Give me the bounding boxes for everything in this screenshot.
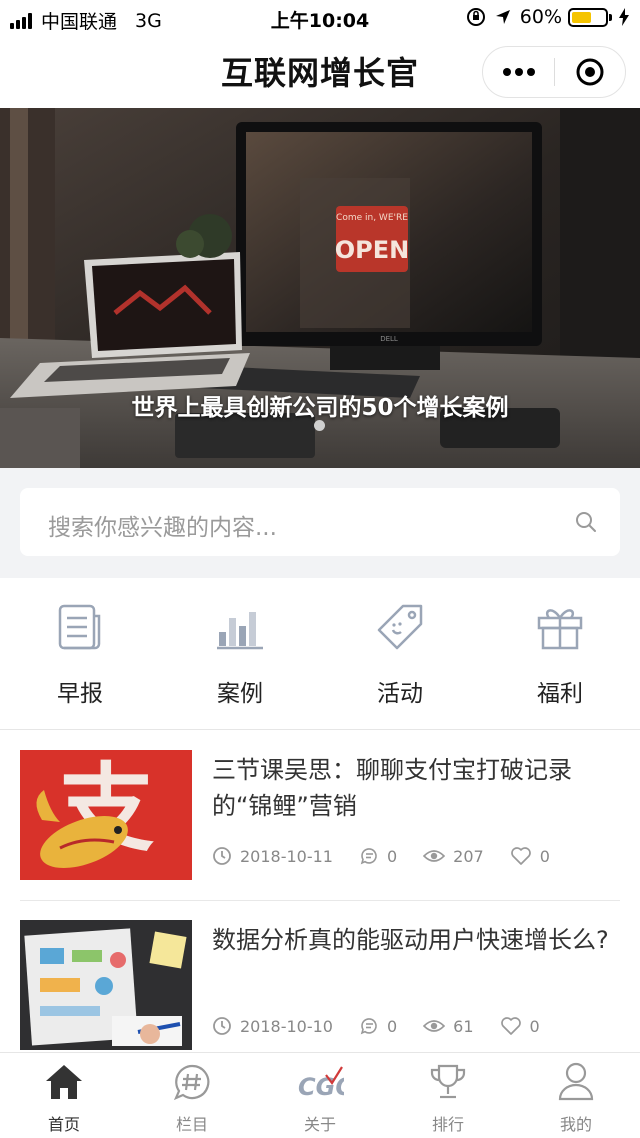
- article-views: 61: [423, 1016, 474, 1036]
- eye-icon: [423, 1020, 446, 1032]
- list-divider: [20, 900, 620, 901]
- article-meta: 2018-10-10 0 61 0: [212, 1016, 566, 1036]
- article-item[interactable]: 数据分析真的能驱动用户快速增长么? 2018-10-10 0 61 0: [20, 920, 620, 1050]
- search-input[interactable]: 搜索你感兴趣的内容...: [20, 488, 620, 556]
- tab-about[interactable]: CGO 关于: [256, 1053, 384, 1138]
- target-close-icon: [576, 58, 604, 86]
- search-icon[interactable]: [574, 510, 598, 534]
- article-title[interactable]: 数据分析真的能驱动用户快速增长么?: [212, 922, 620, 958]
- tab-label: 关于: [303, 1115, 336, 1134]
- comment-icon: [360, 848, 377, 865]
- navigation-bar: 互联网增长官: [0, 36, 640, 108]
- tab-profile[interactable]: 我的: [512, 1053, 640, 1138]
- tab-label: 排行: [431, 1115, 464, 1134]
- mini-program-capsule: [482, 46, 626, 98]
- svg-text:CGO: CGO: [298, 1073, 344, 1101]
- article-date: 2018-10-11: [212, 846, 333, 866]
- tab-label: 我的: [559, 1115, 592, 1134]
- search-placeholder: 搜索你感兴趣的内容...: [48, 515, 277, 541]
- like-count: 0: [529, 1016, 540, 1036]
- article-thumbnail: [20, 920, 192, 1050]
- cgo-logo-icon: CGO: [298, 1066, 344, 1101]
- tab-label: 首页: [47, 1115, 80, 1134]
- mini-program-page: 中国联通 3G 上午10:04 60% 互联网增长官 Come in, WE'R…: [0, 0, 640, 1138]
- tab-home[interactable]: 首页: [0, 1053, 128, 1138]
- category-label: 早报: [57, 681, 103, 707]
- like-count: 0: [539, 846, 550, 866]
- clock-icon: [213, 847, 231, 865]
- comment-count: 0: [386, 1016, 398, 1036]
- heart-icon: [500, 1017, 521, 1035]
- location-arrow-icon: [495, 10, 510, 24]
- category-label: 活动: [377, 681, 423, 707]
- search-section: 搜索你感兴趣的内容...: [0, 468, 640, 578]
- view-count: 207: [453, 846, 484, 866]
- tag-icon: [377, 604, 423, 650]
- hashtag-chat-icon: [173, 1064, 210, 1101]
- eye-icon: [423, 850, 446, 862]
- tab-ranking[interactable]: 排行: [384, 1053, 512, 1138]
- category-label: 案例: [217, 681, 263, 707]
- article-date: 2018-10-10: [212, 1016, 333, 1036]
- battery-percent: 60%: [519, 6, 562, 28]
- user-icon: [558, 1062, 594, 1101]
- category-grid: 早报 案例 活动 福利: [0, 578, 640, 730]
- svg-text:DELL: DELL: [380, 335, 398, 343]
- battery-icon: [568, 7, 612, 27]
- article-comments: 0: [359, 846, 397, 866]
- trophy-icon: [430, 1064, 466, 1099]
- article-title[interactable]: 三节课吴思：聊聊支付宝打破记录的“锦鲤”营销: [212, 752, 620, 824]
- carousel-indicator-dot[interactable]: [314, 420, 325, 431]
- category-events[interactable]: 活动: [320, 578, 480, 729]
- view-count: 61: [453, 1016, 474, 1036]
- article-likes[interactable]: 0: [500, 1016, 540, 1036]
- gift-icon: [537, 609, 583, 650]
- category-benefits[interactable]: 福利: [480, 578, 640, 729]
- category-newsletter[interactable]: 早报: [0, 578, 160, 729]
- rotation-lock-icon: [466, 8, 485, 26]
- banner-caption: 世界上最具创新公司的50个增长案例: [131, 395, 509, 421]
- article-item[interactable]: 支 三节课吴思：聊聊支付宝打破记录的“锦鲤”营销 2018-10-11 0 20…: [20, 750, 620, 880]
- bottom-tab-bar: 首页 栏目 CGO 关于: [0, 1052, 640, 1138]
- date-text: 2018-10-10: [240, 1016, 333, 1036]
- article-views: 207: [423, 847, 484, 866]
- more-dots-icon[interactable]: [483, 46, 554, 98]
- bar-chart-icon: [217, 612, 263, 650]
- category-cases[interactable]: 案例: [160, 578, 320, 729]
- category-label: 福利: [537, 681, 583, 707]
- article-thumbnail: 支: [20, 750, 192, 880]
- home-icon: [46, 1065, 82, 1099]
- article-comments: 0: [359, 1016, 397, 1036]
- svg-text:OPEN: OPEN: [335, 236, 409, 264]
- comment-icon: [360, 1018, 377, 1035]
- charging-bolt-icon: [619, 8, 629, 26]
- status-bar: 中国联通 3G 上午10:04 60%: [0, 0, 640, 36]
- tab-columns[interactable]: 栏目: [128, 1053, 256, 1138]
- heart-icon: [510, 847, 531, 865]
- close-mini-program-button[interactable]: [555, 46, 625, 98]
- article-likes[interactable]: 0: [510, 846, 550, 866]
- tab-label: 栏目: [175, 1115, 208, 1134]
- date-text: 2018-10-11: [240, 846, 333, 866]
- article-meta: 2018-10-11 0 207 0: [212, 846, 576, 866]
- svg-text:Come in, WE'RE: Come in, WE'RE: [336, 213, 408, 223]
- newspaper-icon: [58, 604, 101, 650]
- banner-carousel[interactable]: Come in, WE'RE OPEN DELL 世界上最具创新公司的50个增长…: [0, 108, 640, 468]
- clock-icon: [213, 1017, 231, 1035]
- comment-count: 0: [386, 846, 398, 866]
